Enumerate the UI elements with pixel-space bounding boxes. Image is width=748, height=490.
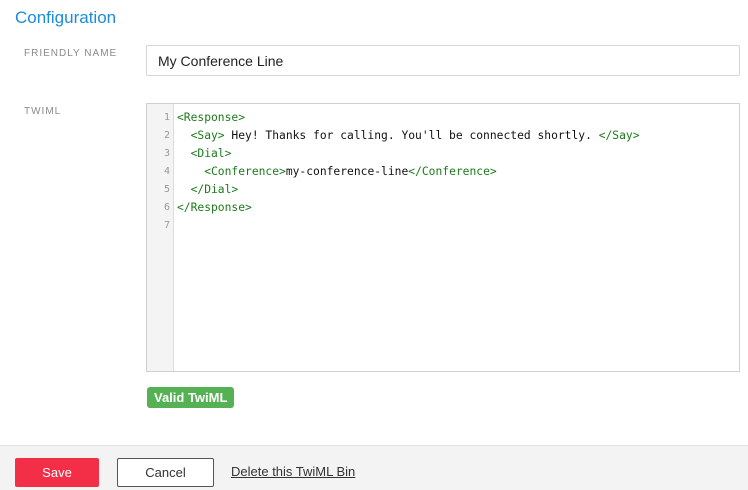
- friendly-name-input[interactable]: [146, 45, 740, 76]
- code-text: <Conference>my-conference-line</Conferen…: [177, 163, 497, 181]
- xml-tag: <Response>: [177, 111, 246, 124]
- xml-tag: </Dial>: [177, 183, 239, 196]
- cancel-button[interactable]: Cancel: [117, 458, 214, 487]
- code-text: <Dial>: [177, 145, 232, 163]
- code-line: 5 </Dial>: [147, 181, 739, 199]
- code-line: 3 <Dial>: [147, 145, 739, 163]
- code-line: 1 <Response>: [147, 109, 739, 127]
- section-title: Configuration: [15, 8, 117, 27]
- delete-twiml-bin-link[interactable]: Delete this TwiML Bin: [231, 464, 355, 479]
- xml-tag: <Say>: [177, 129, 225, 142]
- footer-action-bar: Save Cancel Delete this TwiML Bin: [0, 445, 748, 490]
- line-number: 5: [163, 184, 170, 195]
- xml-tag: </Conference>: [408, 165, 497, 178]
- code-text: </Response>: [177, 199, 252, 217]
- code-line: 2 <Say> Hey! Thanks for calling. You'll …: [147, 127, 739, 145]
- line-number: 4: [163, 166, 170, 177]
- line-number: 7: [163, 220, 170, 231]
- xml-text: Hey! Thanks for calling. You'll be conne…: [224, 129, 599, 142]
- code-line: 6 </Response>: [147, 199, 739, 217]
- twiml-label: TWIML: [24, 106, 62, 117]
- friendly-name-label: FRIENDLY NAME: [24, 48, 118, 59]
- xml-tag: </Say>: [598, 129, 640, 142]
- line-number: 6: [163, 202, 170, 213]
- xml-tag: <Conference>: [177, 165, 286, 178]
- code-text: <Response>: [177, 109, 245, 127]
- line-number: 1: [163, 112, 170, 123]
- line-number: 2: [163, 130, 170, 141]
- code-text: <Say> Hey! Thanks for calling. You'll be…: [177, 127, 640, 145]
- code-text: </Dial>: [177, 181, 239, 199]
- xml-tag: </Response>: [177, 201, 252, 214]
- line-number: 3: [163, 148, 170, 159]
- xml-text: my-conference-line: [285, 165, 409, 178]
- code-line: 4 <Conference>my-conference-line</Confer…: [147, 163, 739, 181]
- code-line: 7: [147, 217, 739, 235]
- save-button[interactable]: Save: [15, 458, 99, 487]
- twiml-code-editor[interactable]: 1 <Response> 2 <Say> Hey! Thanks for calli…: [146, 103, 740, 372]
- code-area[interactable]: 1 <Response> 2 <Say> Hey! Thanks for calli…: [147, 109, 739, 235]
- valid-twiml-badge: Valid TwiML: [147, 387, 235, 408]
- xml-tag: <Dial>: [177, 147, 232, 160]
